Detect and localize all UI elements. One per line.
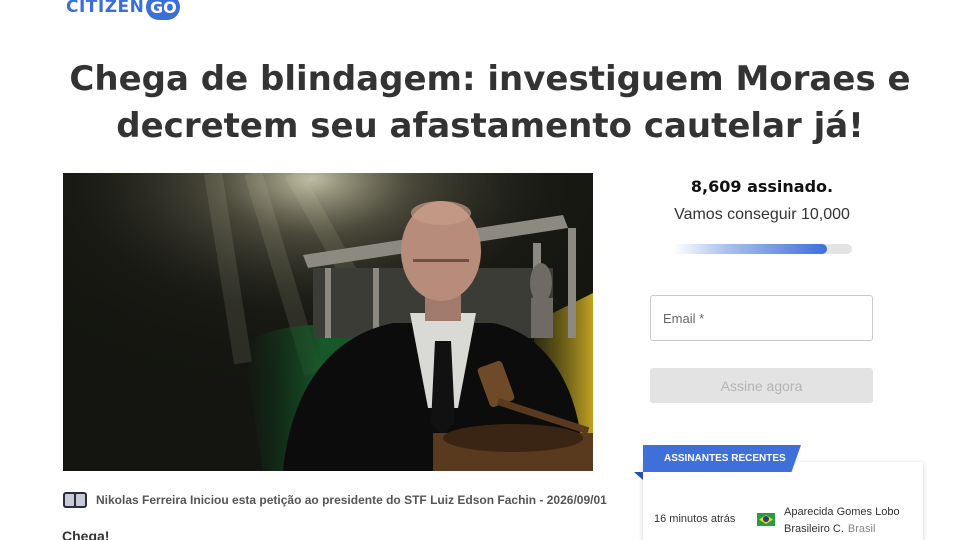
recent-tab-fold [634,472,643,480]
recent-signer-time: 16 minutos atrás [654,513,736,525]
author-line-text: Nikolas Ferreira Iniciou esta petição ao… [96,493,607,507]
petition-author-line: Nikolas Ferreira Iniciou esta petição ao… [63,492,607,508]
recent-signers-card [643,462,923,540]
sign-now-button[interactable]: Assine agora [650,368,873,403]
author-avatar [63,492,87,508]
recent-signer-name: Aparecida Gomes Lobo [784,506,900,518]
logo-text: CITIZEN [66,0,145,17]
email-field[interactable] [650,295,873,341]
signature-progress-bar [673,244,852,254]
petition-intro-text: Chega! [62,528,110,540]
recent-signer-detail: Brasileiro C. Brasil [784,523,875,535]
citizengo-logo[interactable]: CITIZEN GO [66,0,181,22]
recent-signer-country: Brasil [847,523,876,535]
brazil-flag-icon [757,513,775,526]
recent-signer-name-line2: Brasileiro C. [784,523,844,535]
petition-hero-image [63,173,593,471]
signature-progress-fill [673,244,827,254]
signature-goal: Vamos conseguir 10,000 [674,206,850,223]
petition-title: Chega de blindagem: investiguem Moraes e… [69,59,911,146]
signature-count: 8,609 assinado. [690,177,834,196]
logo-badge: GO [146,0,181,20]
recent-signers-heading: ASSINANTES RECENTES [643,445,801,472]
